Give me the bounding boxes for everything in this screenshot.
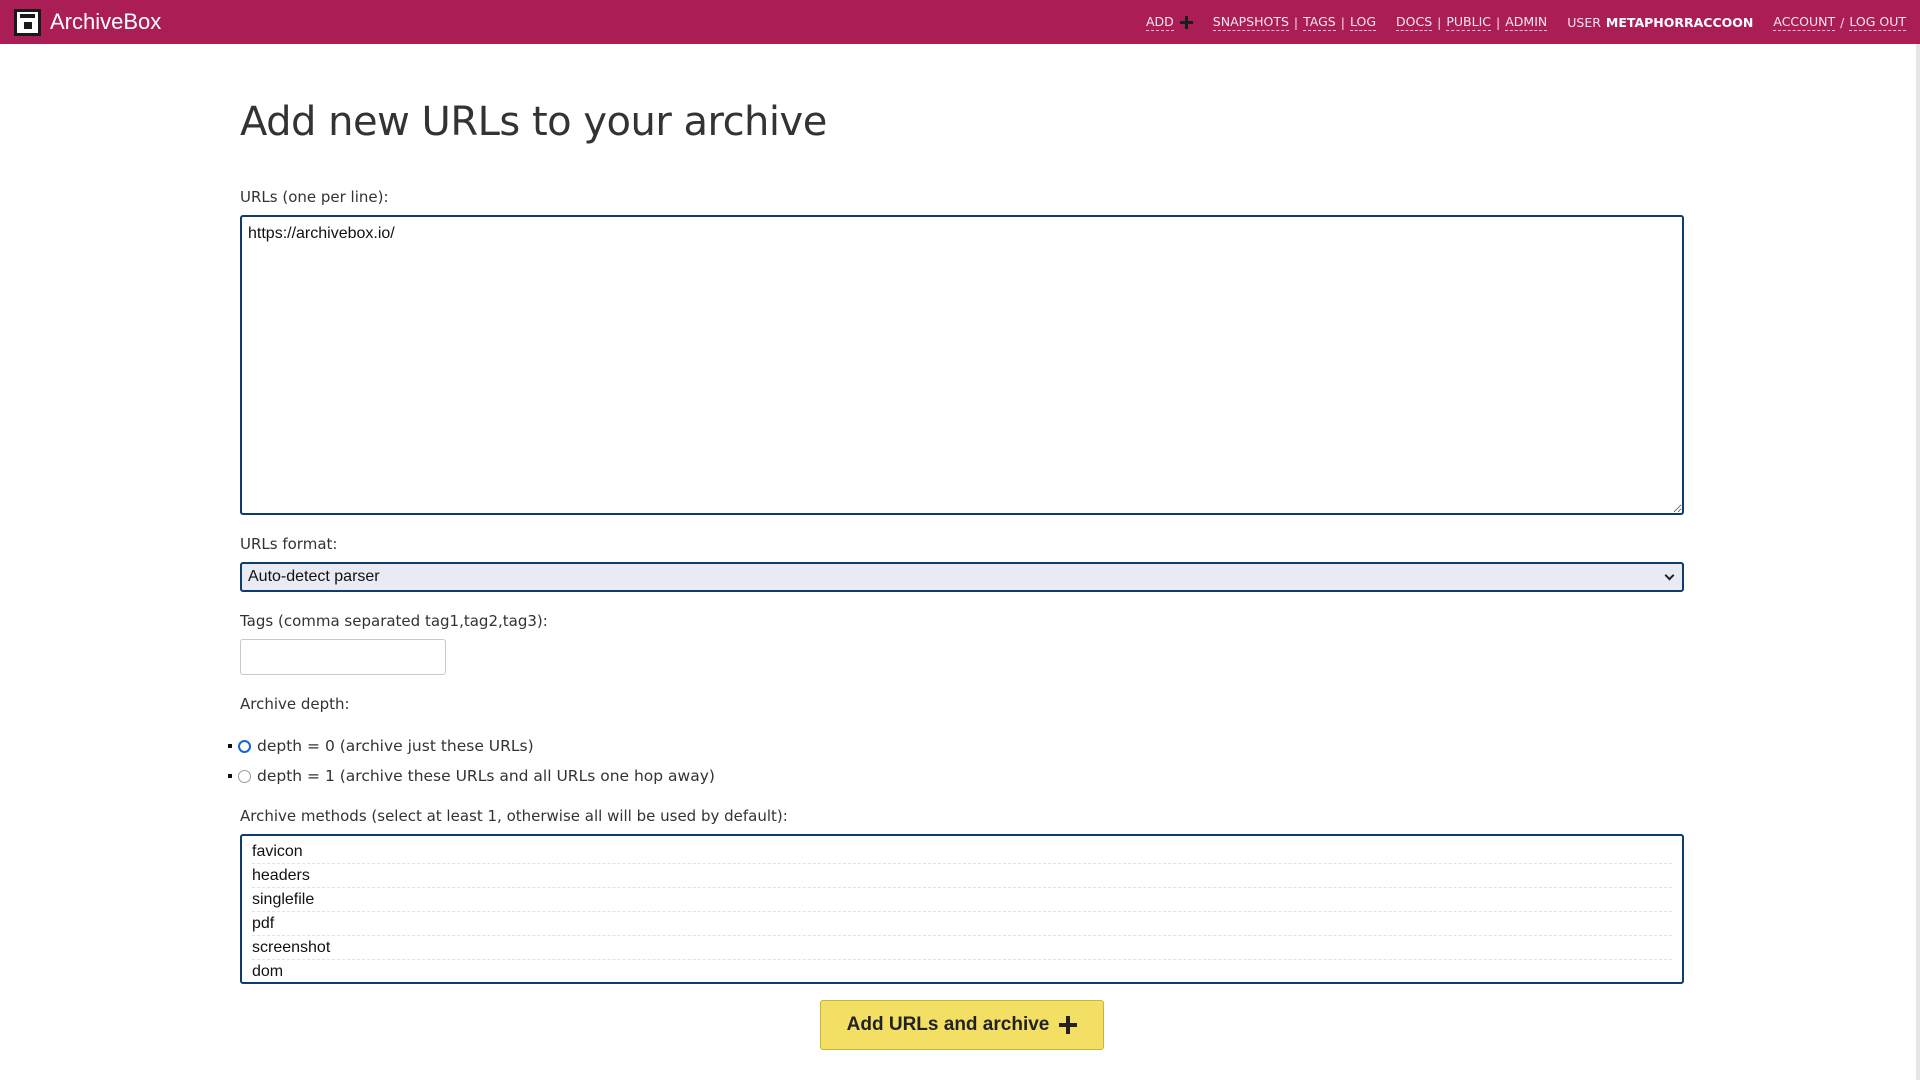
method-option-dom[interactable]: dom [252, 960, 1672, 982]
submit-row: Add URLs and archive [240, 1000, 1684, 1050]
user-label: USER [1567, 14, 1601, 30]
depth-option-label: depth = 0 (archive just these URLs) [257, 737, 534, 755]
nav-slash: / [1840, 14, 1845, 30]
method-option-screenshot[interactable]: screenshot [252, 936, 1672, 960]
nav-group-account: ACCOUNT / LOG OUT [1773, 14, 1906, 31]
nav-separator: | [1437, 14, 1442, 30]
nav-group-add: ADD [1145, 14, 1193, 31]
methods-label: Archive methods (select at least 1, othe… [240, 807, 788, 825]
depth-options: depth = 0 (archive just these URLs) dept… [228, 731, 1684, 791]
plus-icon [1059, 1016, 1078, 1034]
list-bullet [228, 774, 232, 778]
nav-docs-link[interactable]: DOCS [1396, 14, 1433, 31]
nav-log-link[interactable]: LOG [1349, 14, 1377, 31]
chevron-down-icon [1664, 570, 1675, 581]
depth-0-radio[interactable] [238, 739, 251, 753]
nav-logout-link[interactable]: LOG OUT [1849, 14, 1906, 31]
list-bullet [228, 744, 232, 748]
method-option-singlefile[interactable]: singlefile [252, 888, 1672, 912]
add-urls-submit-button[interactable]: Add URLs and archive [820, 1000, 1104, 1050]
nav-public-link[interactable]: PUBLIC [1446, 14, 1492, 31]
nav-add-link[interactable]: ADD [1145, 14, 1174, 31]
methods-multiselect[interactable]: favicon headers singlefile pdf screensho… [240, 834, 1684, 984]
method-option-favicon[interactable]: favicon [252, 840, 1672, 864]
depth-option-0[interactable]: depth = 0 (archive just these URLs) [228, 731, 1684, 761]
nav-separator: | [1496, 14, 1501, 30]
nav-group-content: SNAPSHOTS | TAGS | LOG [1212, 14, 1377, 31]
page-title: Add new URLs to your archive [240, 99, 827, 145]
format-selected-value: Auto-detect parser [248, 568, 380, 585]
submit-label: Add URLs and archive [846, 1014, 1050, 1035]
tags-label: Tags (comma separated tag1,tag2,tag3): [240, 612, 548, 630]
depth-1-radio[interactable] [238, 769, 251, 783]
nav-account-link[interactable]: ACCOUNT [1773, 14, 1836, 31]
depth-option-1[interactable]: depth = 1 (archive these URLs and all UR… [228, 761, 1684, 791]
tags-input[interactable] [240, 639, 446, 675]
nav-separator: | [1293, 14, 1299, 30]
brand-link[interactable]: ArchiveBox [14, 8, 162, 36]
nav-tags-link[interactable]: TAGS [1303, 14, 1336, 31]
main-nav: ADD SNAPSHOTS | TAGS | LOG DOCS | PUBLIC… [1126, 14, 1906, 31]
depth-label: Archive depth: [240, 695, 350, 713]
archivebox-logo-icon [14, 8, 41, 36]
nav-snapshots-link[interactable]: SNAPSHOTS [1212, 14, 1289, 31]
depth-option-label: depth = 1 (archive these URLs and all UR… [257, 767, 715, 785]
nav-group-info: DOCS | PUBLIC | ADMIN [1396, 14, 1548, 31]
method-option-pdf[interactable]: pdf [252, 912, 1672, 936]
urls-textarea[interactable]: https://archivebox.io/ [240, 215, 1684, 515]
nav-admin-link[interactable]: ADMIN [1505, 14, 1548, 31]
method-option-headers[interactable]: headers [252, 864, 1672, 888]
format-select[interactable]: Auto-detect parser [240, 562, 1684, 592]
user-name: METAPHORRACCOON [1605, 14, 1754, 30]
brand-name: ArchiveBox [50, 9, 162, 34]
top-navbar: ArchiveBox ADD SNAPSHOTS | TAGS | LOG DO… [0, 0, 1920, 44]
page-scrollbar[interactable] [1916, 44, 1920, 1080]
add-urls-form: Add new URLs to your archive URLs (one p… [228, 44, 1684, 1050]
plus-icon [1179, 15, 1193, 29]
nav-group-user: USER METAPHORRACCOON [1567, 15, 1753, 30]
urls-label: URLs (one per line): [240, 188, 389, 206]
format-label: URLs format: [240, 535, 338, 553]
nav-separator: | [1340, 14, 1345, 30]
